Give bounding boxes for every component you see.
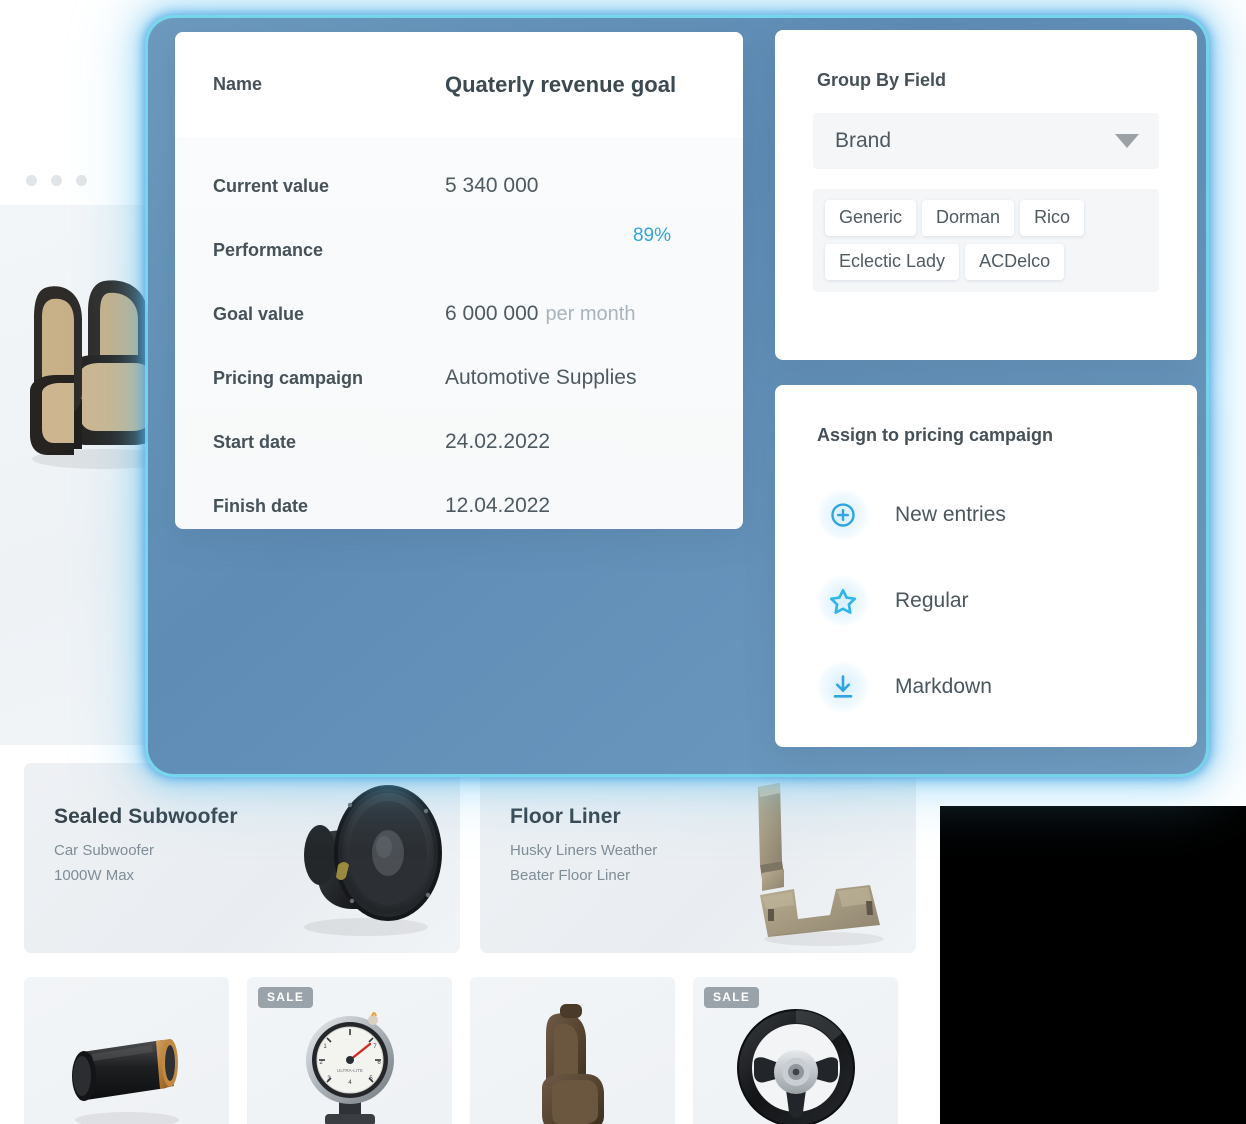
goal-detail-panel: Name Quaterly revenue goal Current value… xyxy=(175,32,743,529)
assign-option-markdown[interactable]: Markdown xyxy=(775,644,1197,730)
floor-liner-image xyxy=(758,783,884,946)
goal-row-label: Goal value xyxy=(213,303,305,324)
seat-cover-image xyxy=(538,1004,607,1124)
assign-campaign-panel: Assign to pricing campaign New entries R… xyxy=(775,385,1197,747)
goal-row-unit: per month xyxy=(545,302,636,325)
brand-chip[interactable]: ACDelco xyxy=(965,244,1065,280)
goal-row-value: Quaterly revenue goal xyxy=(445,71,677,97)
goal-row-start-date: Start date 24.02.2022 xyxy=(175,410,743,474)
brand-chip-list: Generic Dorman Rico Eclectic Lady ACDelc… xyxy=(813,189,1159,292)
feature-card-floor-liner[interactable]: Floor Liner Husky Liners Weather Beater … xyxy=(480,763,916,953)
star-icon xyxy=(817,575,869,627)
goal-row-label: Name xyxy=(213,74,263,94)
goal-row-value: 5 340 000 xyxy=(445,174,539,197)
subwoofer-speaker-image xyxy=(304,785,442,936)
app-root: The new commute Keep your car in top sha… xyxy=(0,0,1246,1124)
group-by-field-panel: Group By Field Brand Generic Dorman Rico… xyxy=(775,30,1197,360)
chevron-down-icon[interactable] xyxy=(1115,133,1139,149)
assign-campaign-list: New entries Regular Markdown xyxy=(775,472,1197,730)
assign-option-label: New entries xyxy=(895,503,1006,526)
assign-option-label: Markdown xyxy=(895,675,992,698)
goal-row-label: Start date xyxy=(213,431,297,452)
goal-row-value: Automotive Supplies xyxy=(445,366,637,389)
close-dot-icon[interactable] xyxy=(26,174,37,186)
group-by-field-selected-value: Brand xyxy=(835,129,892,152)
goal-row-label: Performance xyxy=(213,239,324,260)
goal-row-pricing-campaign: Pricing campaign Automotive Supplies xyxy=(175,346,743,410)
download-icon xyxy=(817,661,869,713)
goal-row-name: Name Quaterly revenue goal xyxy=(175,32,743,137)
product-card[interactable]: Neodymium Bullet Tweeter €54.93 xyxy=(24,977,229,1124)
feature-card-text: Sealed Subwoofer Car Subwoofer 1000W Max xyxy=(54,805,238,888)
sale-badge: SALE xyxy=(258,987,314,1008)
goal-row-label: Pricing campaign xyxy=(213,367,364,388)
feature-card-title: Sealed Subwoofer xyxy=(54,805,238,828)
goal-row-performance: Performance 89% xyxy=(175,218,743,282)
brand-chip[interactable]: Dorman xyxy=(922,200,1015,236)
tachometer-image: 12 34 56 7 ULTRA-LITE xyxy=(305,1012,394,1124)
feature-card-subwoofer[interactable]: Sealed Subwoofer Car Subwoofer 1000W Max xyxy=(24,763,460,953)
bullet-tweeter-image xyxy=(71,1039,179,1124)
product-thumbnail[interactable] xyxy=(24,977,229,1124)
feature-desc-line-1: Husky Liners Weather xyxy=(510,842,658,859)
feature-desc-line-2: Beater Floor Liner xyxy=(510,867,631,885)
assign-campaign-title: Assign to pricing campaign xyxy=(817,425,1054,445)
product-card[interactable]: SALE xyxy=(247,977,452,1124)
feature-card-text: Floor Liner Husky Liners Weather Beater … xyxy=(510,805,657,888)
goal-row-current-value: Current value 5 340 000 xyxy=(175,154,743,218)
plus-circle-icon xyxy=(817,489,869,541)
product-card[interactable]: SALE xyxy=(693,977,898,1124)
feature-desc-line-2: 1000W Max xyxy=(54,867,135,885)
assign-option-label: Regular xyxy=(895,589,969,612)
brand-chip[interactable]: Rico xyxy=(1020,200,1085,236)
product-thumbnail[interactable]: SALE xyxy=(247,977,452,1124)
goal-row-finish-date: Finish date 12.04.2022 xyxy=(175,474,743,538)
feature-card-description: Husky Liners Weather Beater Floor Liner xyxy=(510,838,657,888)
goal-row-value: 24.02.2022 xyxy=(445,430,551,453)
feature-card-title: Floor Liner xyxy=(510,805,621,828)
sale-badge: SALE xyxy=(704,987,760,1008)
assign-option-regular[interactable]: Regular xyxy=(775,558,1197,644)
goal-row-value: 12.04.2022 xyxy=(445,494,551,517)
product-card[interactable]: Seat Cover Royal Velvet €29.99 xyxy=(470,977,675,1124)
goal-row-value: 6 000 000 xyxy=(445,302,539,325)
goal-row-goal-value: Goal value 6 000 000 per month xyxy=(175,282,743,346)
brand-chip[interactable]: Eclectic Lady xyxy=(825,244,960,280)
product-thumbnail[interactable]: SALE xyxy=(693,977,898,1124)
feature-card-description: Car Subwoofer 1000W Max xyxy=(54,838,238,888)
group-by-field-select[interactable]: Brand xyxy=(813,113,1159,169)
group-by-field-title: Group By Field xyxy=(817,70,947,90)
goal-row-label: Finish date xyxy=(213,495,309,516)
performance-percent-label: 89% xyxy=(632,225,671,246)
assign-option-new-entries[interactable]: New entries xyxy=(775,472,1197,558)
maximize-dot-icon[interactable] xyxy=(76,174,87,186)
feature-desc-line-1: Car Subwoofer xyxy=(54,842,155,859)
black-corner-block xyxy=(940,806,1246,1124)
feature-card-row: Sealed Subwoofer Car Subwoofer 1000W Max xyxy=(24,763,916,953)
product-thumbnail[interactable] xyxy=(470,977,675,1124)
minimize-dot-icon[interactable] xyxy=(51,174,62,186)
goal-row-label: Current value xyxy=(213,175,330,196)
svg-text:ULTRA-LITE: ULTRA-LITE xyxy=(337,1068,363,1073)
steering-wheel-image xyxy=(736,1009,855,1124)
product-grid: Neodymium Bullet Tweeter €54.93 SALE xyxy=(24,977,916,1124)
brand-chip[interactable]: Generic xyxy=(825,200,917,236)
